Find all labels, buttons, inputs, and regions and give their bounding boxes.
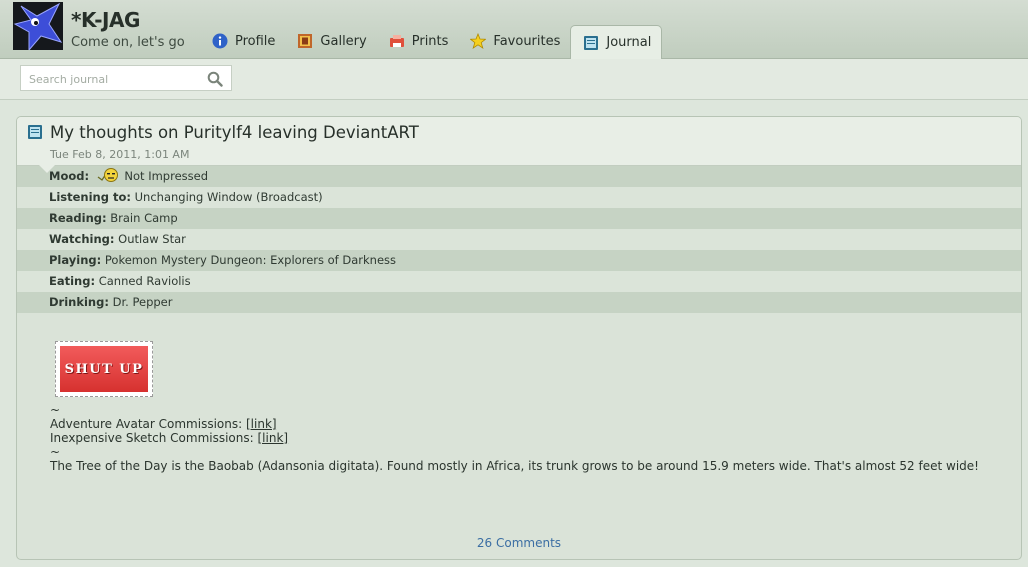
journal-header: My thoughts on Puritylf4 leaving Deviant… [17, 117, 1021, 166]
mood-value: Dr. Pepper [112, 295, 173, 309]
prints-icon [389, 33, 405, 49]
tab-label: Gallery [320, 33, 367, 49]
mood-label: Reading: [49, 211, 107, 225]
mood-row: Listening to: Unchanging Window (Broadca… [17, 187, 1021, 208]
commission-line: Inexpensive Sketch Commissions: [link] [50, 431, 1000, 445]
tab-label: Profile [235, 33, 276, 49]
journal-body: ~ Adventure Avatar Commissions: [link] I… [50, 403, 1000, 473]
tab-label: Prints [411, 33, 449, 49]
mood-label: Watching: [49, 232, 115, 246]
search-icon[interactable] [207, 71, 223, 87]
avatar[interactable] [13, 2, 63, 50]
star-avatar-icon [13, 2, 63, 50]
mood-row: Playing: Pokemon Mystery Dungeon: Explor… [17, 250, 1021, 271]
header-notch [39, 165, 55, 173]
mood-label: Eating: [49, 274, 96, 288]
journal-icon [583, 35, 599, 51]
tab-favourites[interactable]: Favourites [458, 25, 570, 57]
shut-up-stamp[interactable]: SHUT UP [55, 341, 153, 397]
tab-label: Journal [606, 35, 652, 50]
mood-row: Eating: Canned Raviolis [17, 271, 1021, 292]
commission-label: Adventure Avatar Commissions: [50, 417, 246, 431]
mood-row: Watching: Outlaw Star [17, 229, 1021, 250]
search-box [20, 65, 232, 91]
mood-value: Unchanging Window (Broadcast) [134, 190, 323, 204]
tab-prints[interactable]: Prints [377, 25, 459, 57]
separator-tilde: ~ [50, 403, 61, 417]
mood-label: Mood: [49, 169, 90, 183]
mood-value: Not Impressed [124, 169, 208, 183]
mood-label: Drinking: [49, 295, 109, 309]
username[interactable]: *K-JAG [71, 8, 140, 32]
commission-line: Adventure Avatar Commissions: [link] [50, 417, 1000, 431]
comments-link[interactable]: 26 Comments [477, 536, 561, 550]
separator-tilde: ~ [50, 445, 61, 459]
page-header: *K-JAG Come on, let's go Profile Gallery… [0, 0, 1028, 59]
search-input[interactable] [27, 67, 211, 91]
tab-profile[interactable]: Profile [200, 25, 285, 57]
mood-value: Canned Raviolis [98, 274, 191, 288]
mood-value: Brain Camp [110, 211, 178, 225]
star-icon [469, 32, 488, 49]
journal-entry: My thoughts on Puritylf4 leaving Deviant… [16, 116, 1022, 560]
sketch-commission-link[interactable]: [link] [257, 431, 288, 445]
user-tagline: Come on, let's go [71, 35, 185, 50]
gallery-icon [297, 33, 313, 49]
commission-label: Inexpensive Sketch Commissions: [50, 431, 258, 445]
unimpressed-face-icon [97, 167, 119, 183]
avatar-commission-link[interactable]: [link] [246, 417, 277, 431]
tab-journal[interactable]: Journal [570, 25, 663, 59]
tab-gallery[interactable]: Gallery [285, 25, 376, 57]
journal-toolbar [0, 59, 1028, 100]
tab-label: Favourites [493, 33, 561, 49]
mood-row: Drinking: Dr. Pepper [17, 292, 1021, 313]
journal-icon [27, 124, 43, 140]
mood-label: Listening to: [49, 190, 131, 204]
info-icon [212, 33, 228, 49]
stamp-text: SHUT UP [60, 346, 148, 392]
mood-row: Mood: Not Impressed [17, 166, 1021, 187]
mood-list: Mood: Not Impressed Listening to: Unchan… [17, 166, 1021, 313]
comments-footer: 26 Comments [17, 536, 1021, 550]
mood-value: Pokemon Mystery Dungeon: Explorers of Da… [104, 253, 397, 267]
mood-value: Outlaw Star [118, 232, 186, 246]
profile-tabs: Profile Gallery Prints Favourites Journa… [200, 25, 663, 59]
mood-label: Playing: [49, 253, 102, 267]
mood-row: Reading: Brain Camp [17, 208, 1021, 229]
tree-of-the-day: The Tree of the Day is the Baobab (Adans… [50, 459, 979, 473]
journal-title[interactable]: My thoughts on Puritylf4 leaving Deviant… [50, 123, 419, 142]
journal-date: Tue Feb 8, 2011, 1:01 AM [50, 148, 190, 161]
